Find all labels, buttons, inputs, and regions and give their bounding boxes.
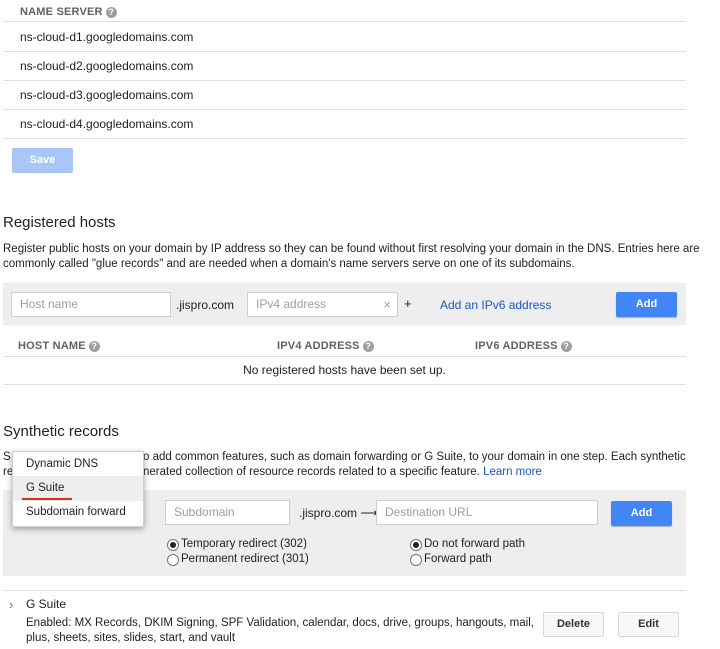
radio-label: Permanent redirect (301)	[181, 553, 309, 565]
radio-do-not-forward-path[interactable]	[410, 539, 422, 551]
nameserver-header-label: NAME SERVER	[20, 6, 103, 18]
divider	[3, 356, 686, 357]
nameserver-row: ns-cloud-d1.googledomains.com	[3, 22, 686, 52]
radio-forward-path[interactable]	[410, 554, 422, 566]
help-icon[interactable]: ?	[105, 7, 117, 18]
help-icon[interactable]: ?	[88, 341, 100, 352]
ipv4-placeholder: IPv4 address	[256, 297, 327, 311]
subdomain-placeholder: Subdomain	[174, 505, 235, 519]
dropdown-option-dynamic-dns[interactable]: Dynamic DNS	[26, 458, 98, 470]
host-name-placeholder: Host name	[20, 297, 79, 311]
chevron-right-icon[interactable]: ›	[9, 597, 13, 612]
description-line: commonly called "glue records" and are n…	[3, 258, 575, 270]
description-line: nerated collection of resource records r…	[143, 465, 703, 480]
record-details-line: Enabled: MX Records, DKIM Signing, SPF V…	[26, 617, 534, 629]
selected-underline	[22, 498, 72, 500]
domain-arrow: .jispro.com ⟶	[299, 506, 378, 520]
save-button[interactable]: Save	[12, 148, 73, 173]
edit-button[interactable]: Edit	[618, 612, 679, 637]
radio-label: Do not forward path	[424, 538, 526, 550]
subdomain-input[interactable]: Subdomain	[165, 500, 290, 525]
destination-placeholder: Destination URL	[385, 505, 473, 519]
domain-suffix: .jispro.com	[176, 298, 235, 312]
ipv4-input[interactable]: IPv4 address ×	[247, 292, 398, 317]
help-icon[interactable]: ?	[560, 341, 572, 352]
nameserver-value: ns-cloud-d1.googledomains.com	[20, 30, 194, 44]
help-icon[interactable]: ?	[362, 341, 374, 352]
column-label: IPV6 ADDRESS	[475, 340, 558, 352]
nameserver-row: ns-cloud-d2.googledomains.com	[3, 51, 686, 81]
learn-more-link[interactable]: Learn more	[483, 466, 542, 478]
host-name-input[interactable]: Host name	[11, 292, 171, 317]
column-label: HOST NAME	[18, 340, 86, 352]
radio-permanent-redirect[interactable]	[167, 554, 179, 566]
nameserver-header: NAME SERVER?	[20, 6, 117, 18]
column-ipv6: IPV6 ADDRESS?	[475, 340, 572, 352]
record-details-line: plus, sheets, sites, slides, start, and …	[26, 632, 236, 644]
dropdown-option-subdomain-forward[interactable]: Subdomain forward	[26, 506, 126, 518]
dropdown-option-g-suite-row[interactable]: G Suite	[13, 476, 143, 501]
column-host-name: HOST NAME?	[18, 340, 100, 352]
nameserver-value: ns-cloud-d4.googledomains.com	[20, 117, 194, 131]
nameserver-value: ns-cloud-d2.googledomains.com	[20, 59, 194, 73]
empty-message: No registered hosts have been set up.	[243, 363, 446, 377]
synthetic-description: o add common features, such as domain fo…	[143, 450, 703, 480]
description-line: o add common features, such as domain fo…	[143, 451, 686, 463]
nameserver-value: ns-cloud-d3.googledomains.com	[20, 88, 194, 102]
registered-hosts-title: Registered hosts	[3, 214, 116, 231]
add-ipv6-link[interactable]: Add an IPv6 address	[440, 298, 551, 312]
record-name: G Suite	[26, 597, 67, 611]
divider	[3, 384, 686, 385]
nameserver-row: ns-cloud-d3.googledomains.com	[3, 80, 686, 110]
radio-label: Temporary redirect (302)	[181, 538, 307, 550]
plus-icon: +	[404, 296, 412, 311]
destination-url-input[interactable]: Destination URL	[376, 500, 598, 525]
record-type-dropdown-menu: Dynamic DNS G Suite Subdomain forward	[12, 451, 144, 527]
dropdown-option-g-suite: G Suite	[26, 482, 65, 494]
record-details: Enabled: MX Records, DKIM Signing, SPF V…	[26, 616, 534, 646]
delete-button[interactable]: Delete	[543, 612, 604, 637]
description-text: nerated collection of resource records r…	[143, 466, 480, 478]
nameserver-row: ns-cloud-d4.googledomains.com	[3, 109, 686, 139]
add-host-button[interactable]: Add	[616, 292, 677, 317]
radio-temporary-redirect[interactable]	[167, 539, 179, 551]
add-synthetic-button[interactable]: Add	[611, 501, 672, 526]
column-label: IPV4 ADDRESS	[277, 340, 360, 352]
registered-hosts-description: Register public hosts on your domain by …	[3, 242, 703, 272]
synthetic-records-title: Synthetic records	[3, 423, 119, 440]
radio-label: Forward path	[424, 553, 492, 565]
column-ipv4: IPV4 ADDRESS?	[277, 340, 374, 352]
description-line: Register public hosts on your domain by …	[3, 243, 700, 255]
clear-icon[interactable]: ×	[383, 293, 391, 316]
